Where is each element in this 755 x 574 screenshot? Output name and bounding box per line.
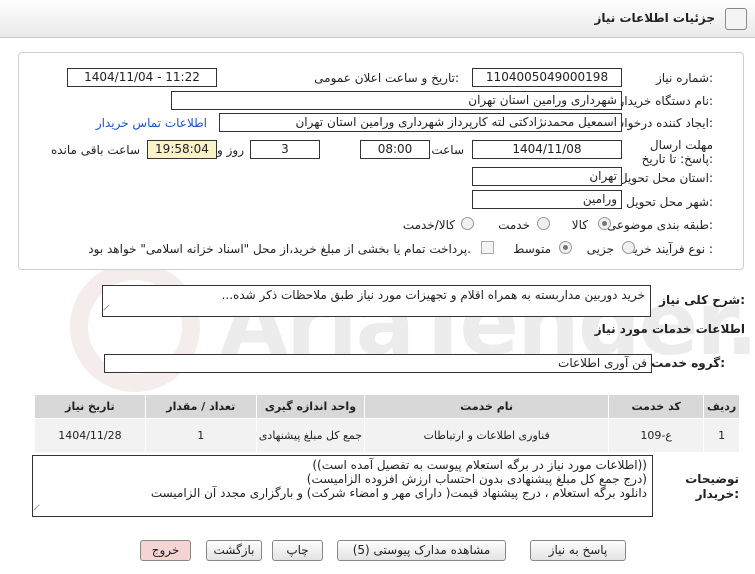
province-field: تهران xyxy=(472,167,622,186)
summary-textbox: خرید دوربین مداربسته به همراه اقلام و تج… xyxy=(102,285,651,317)
announce-label: تاریخ و ساعت اعلان عمومی: xyxy=(314,71,459,85)
deadline-label: مهلت ارسال پاسخ: تا تاریخ: xyxy=(641,138,713,166)
title-bar: جزئیات اطلاعات نیاز xyxy=(0,0,755,38)
col-index: ردیف xyxy=(703,394,740,419)
print-button[interactable]: چاپ xyxy=(272,540,323,561)
table-header-row: ردیف کد خدمت نام خدمت واحد اندازه گیری ت… xyxy=(34,394,740,419)
cell-date: 1404/11/28 xyxy=(34,418,146,453)
col-name: نام خدمت xyxy=(364,394,610,419)
exit-button[interactable]: خروج xyxy=(140,540,191,561)
notes-line-3: دانلود برگه استعلام ، درج پیشنهاد قیمت( … xyxy=(150,486,647,500)
notes-textbox: ((اطلاعات مورد نیاز در برگه استعلام پیوس… xyxy=(32,455,653,517)
process-label: نوع فرآیند خرید : xyxy=(628,242,713,256)
cell-qty: 1 xyxy=(144,418,257,453)
col-code: کد خدمت xyxy=(608,394,705,419)
service-group-label: گروه خدمت: xyxy=(651,356,725,370)
deadline-time-field: 08:00 xyxy=(360,140,430,159)
category-radio-service[interactable] xyxy=(537,217,550,230)
category-radio-goods[interactable] xyxy=(598,217,611,230)
window-title: جزئیات اطلاعات نیاز xyxy=(594,11,715,25)
reply-button[interactable]: پاسخ به نیاز xyxy=(530,540,626,561)
col-qty: تعداد / مقدار xyxy=(144,394,257,419)
notes-line-2: (درج جمع کل مبلغ پیشنهادی بدون احتساب ار… xyxy=(306,472,647,486)
services-heading: اطلاعات خدمات مورد نیاز xyxy=(594,322,745,336)
cell-index: 1 xyxy=(703,418,740,453)
payment-checkbox[interactable] xyxy=(481,241,494,254)
city-field: ورامین xyxy=(472,190,622,209)
buyer-org-field: شهرداری ورامین استان تهران xyxy=(171,91,622,110)
resize-grip-icon[interactable] xyxy=(103,304,115,316)
deadline-time-label: ساعت xyxy=(431,143,464,157)
city-label: شهر محل تحویل: xyxy=(626,195,713,209)
remaining-time-field: 19:58:04 xyxy=(147,140,217,159)
back-button[interactable]: بازگشت xyxy=(206,540,262,561)
view-documents-button[interactable]: مشاهده مدارک پیوستی (5) xyxy=(337,540,506,561)
category-option-both: کالا/خدمت xyxy=(402,218,455,232)
service-group-field: فن آوری اطلاعات xyxy=(104,354,652,373)
province-label: استان محل تحویل: xyxy=(618,171,713,185)
services-table: ردیف کد خدمت نام خدمت واحد اندازه گیری ت… xyxy=(34,394,740,453)
remaining-label: ساعت باقی مانده xyxy=(50,143,140,157)
cell-unit: جمع کل مبلغ پیشنهادی xyxy=(255,418,366,453)
days-field: 3 xyxy=(250,140,320,159)
process-radio-medium[interactable] xyxy=(559,241,572,254)
need-number-field: 1104005049000198 xyxy=(472,68,622,87)
category-label: طبقه بندی موضوعی: xyxy=(606,218,713,232)
table-row: 1 ع-109 فناوری اطلاعات و ارتباطات جمع کل… xyxy=(34,418,740,453)
col-unit: واحد اندازه گیری xyxy=(255,394,366,419)
buyer-org-label: نام دستگاه خریدار: xyxy=(618,94,714,108)
cell-name: فناوری اطلاعات و ارتباطات xyxy=(364,418,610,453)
window-tool-icon[interactable] xyxy=(725,8,747,30)
notes-label: توضیحات خریدار: xyxy=(685,472,739,501)
process-option-minor: جزیی xyxy=(586,242,614,256)
contact-buyer-link[interactable]: اطلاعات تماس خریدار xyxy=(96,116,207,130)
creator-field: اسمعیل محمدنژادکتی لته کارپرداز شهرداری … xyxy=(219,113,622,132)
process-option-medium: متوسط xyxy=(513,242,551,256)
announce-field: 1404/11/04 - 11:22 xyxy=(67,68,217,87)
summary-text: خرید دوربین مداربسته به همراه اقلام و تج… xyxy=(221,288,645,302)
need-number-label: شماره نیاز: xyxy=(655,71,713,85)
process-radio-minor[interactable] xyxy=(622,241,635,254)
payment-note: پرداخت تمام یا بخشی از مبلغ خرید،از محل … xyxy=(88,242,471,256)
category-option-service: خدمت xyxy=(498,218,530,232)
category-radio-both[interactable] xyxy=(461,217,474,230)
resize-grip-icon[interactable] xyxy=(33,504,45,516)
col-date: تاریخ نیاز xyxy=(34,394,146,419)
notes-line-1: ((اطلاعات مورد نیاز در برگه استعلام پیوس… xyxy=(312,458,647,472)
category-option-goods: کالا xyxy=(571,218,588,232)
days-label: روز و xyxy=(217,143,244,157)
cell-code: ع-109 xyxy=(608,418,705,453)
summary-label: شرح کلی نیاز: xyxy=(659,293,745,307)
deadline-date-field: 1404/11/08 xyxy=(472,140,622,159)
